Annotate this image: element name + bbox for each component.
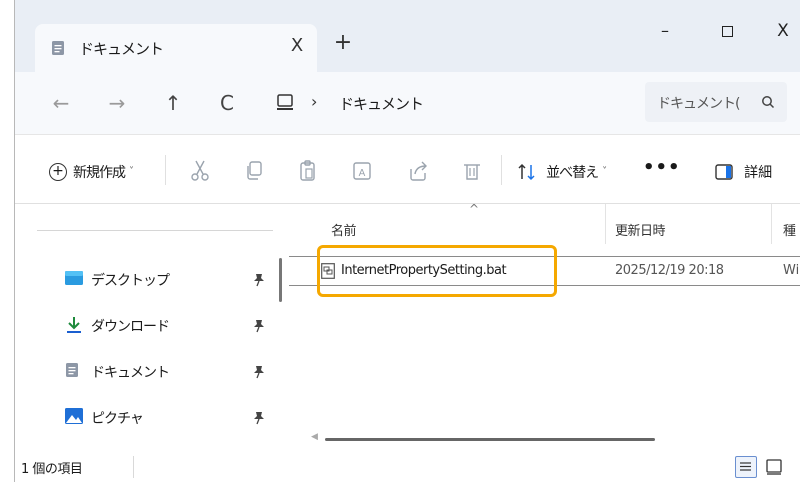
close-window-button[interactable]: X <box>763 18 800 46</box>
tab-title: ドキュメント <box>79 40 164 58</box>
search-placeholder: ドキュメント( <box>657 96 740 112</box>
sort-indicator: ^ <box>469 202 480 216</box>
details-label: 詳細 <box>744 164 773 181</box>
highlight-box <box>317 245 557 297</box>
cut-icon[interactable] <box>189 159 215 185</box>
plus-circle-icon: + <box>49 162 67 181</box>
pictures-icon <box>65 408 83 428</box>
nav-divider <box>37 230 273 231</box>
pin-icon[interactable] <box>253 364 265 383</box>
minimize-button[interactable]: – <box>645 18 685 46</box>
chevron-down-icon: ˅ <box>129 166 134 177</box>
sidebar-item-label: ダウンロード <box>91 319 170 335</box>
pin-icon[interactable] <box>253 272 265 291</box>
refresh-button[interactable]: C <box>211 88 243 118</box>
breadcrumb-documents[interactable]: ドキュメント <box>339 93 424 114</box>
up-button[interactable]: ↑ <box>157 88 189 118</box>
computer-icon <box>275 93 295 117</box>
column-header-row: ^ 名前 更新日時 種 <box>289 202 800 244</box>
svg-text:A: A <box>359 168 366 179</box>
maximize-icon <box>721 26 733 37</box>
tiles-view-button[interactable] <box>765 458 783 476</box>
column-header-type[interactable]: 種 <box>783 220 796 239</box>
new-tab-button[interactable]: + <box>329 30 357 58</box>
paste-icon[interactable] <box>297 159 323 185</box>
navigation-pane: デスクトップ ダウンロード ドキュメント ピクチャ <box>15 204 283 450</box>
file-type: Wi <box>783 263 800 278</box>
pin-icon[interactable] <box>253 318 265 337</box>
tiles-view-icon <box>766 459 782 475</box>
document-icon <box>51 40 65 60</box>
tab-documents[interactable]: ドキュメント X <box>35 24 317 72</box>
breadcrumb-separator: › <box>311 92 318 111</box>
document-icon <box>65 362 79 382</box>
sort-button[interactable]: 並べ替え ˅ <box>517 161 607 185</box>
download-icon <box>65 316 83 338</box>
list-view-icon <box>740 462 751 471</box>
more-options-button[interactable]: ••• <box>643 157 681 178</box>
item-count: 1 個の項目 <box>21 462 83 477</box>
copy-icon[interactable] <box>243 159 269 185</box>
column-divider[interactable] <box>605 204 606 244</box>
share-icon[interactable] <box>407 159 433 185</box>
toolbar-divider <box>165 155 166 185</box>
column-header-date[interactable]: 更新日時 <box>615 220 666 239</box>
desktop-icon <box>65 270 83 290</box>
status-divider <box>133 456 134 478</box>
address-row: ← → ↑ C › ドキュメント ドキュメント( <box>15 72 800 134</box>
column-header-name[interactable]: 名前 <box>331 220 357 239</box>
sort-label: 並べ替え <box>546 164 599 181</box>
column-divider[interactable] <box>771 204 772 244</box>
scroll-left-arrow[interactable]: ◀ <box>311 432 318 442</box>
rename-icon[interactable]: A <box>351 159 377 185</box>
sidebar-item-documents[interactable]: ドキュメント <box>65 358 285 386</box>
details-view-button[interactable] <box>735 456 757 478</box>
toolbar-divider <box>501 155 502 185</box>
sort-icon <box>517 161 542 180</box>
tab-strip: ドキュメント X + – X <box>15 0 800 72</box>
sidebar-item-desktop[interactable]: デスクトップ <box>65 266 285 294</box>
delete-icon[interactable] <box>461 159 487 185</box>
file-date: 2025/12/19 20:18 <box>615 263 724 278</box>
search-icon <box>761 94 775 113</box>
file-explorer-window: ドキュメント X + – X ← → ↑ C › ドキュメント ドキュメント( … <box>14 0 800 482</box>
chevron-down-icon: ˅ <box>602 166 608 177</box>
new-label: 新規作成 <box>73 164 126 181</box>
horizontal-scrollbar[interactable] <box>325 438 655 441</box>
details-pane-button[interactable]: 詳細 <box>715 161 772 182</box>
status-bar: 1 個の項目 <box>15 452 800 482</box>
sidebar-item-label: デスクトップ <box>91 273 170 289</box>
sidebar-item-label: ドキュメント <box>91 365 170 381</box>
pin-icon[interactable] <box>253 410 265 429</box>
file-list: ^ 名前 更新日時 種 InternetPropertySetting.bat … <box>289 202 800 450</box>
search-input[interactable]: ドキュメント( <box>645 82 787 122</box>
sidebar-item-pictures[interactable]: ピクチャ <box>65 404 285 432</box>
forward-button[interactable]: → <box>101 88 133 118</box>
command-bar: + 新規作成 ˅ A 並べ替え ˅ ••• 詳細 <box>15 134 800 204</box>
back-button[interactable]: ← <box>45 88 77 118</box>
details-pane-icon <box>715 161 738 180</box>
tab-close-button[interactable]: X <box>285 34 309 58</box>
address-bar[interactable]: › ドキュメント <box>269 84 639 122</box>
sidebar-item-label: ピクチャ <box>91 411 144 427</box>
maximize-button[interactable] <box>707 18 747 46</box>
sidebar-item-downloads[interactable]: ダウンロード <box>65 312 285 340</box>
new-button[interactable]: + 新規作成 ˅ <box>49 161 134 187</box>
